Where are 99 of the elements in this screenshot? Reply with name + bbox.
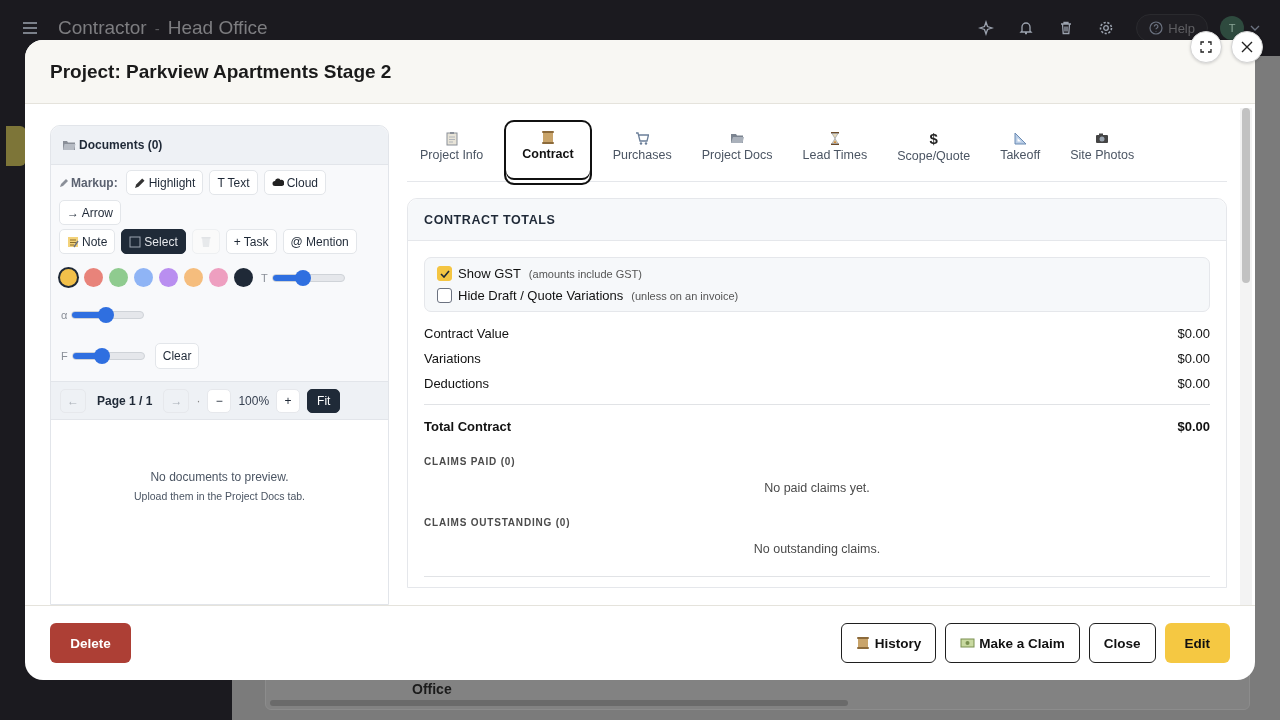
line-label: Contract Value xyxy=(424,326,510,341)
sidebar-item[interactable] xyxy=(6,126,26,166)
dollar-icon: $ xyxy=(929,131,938,147)
color-swatch[interactable] xyxy=(134,268,153,287)
total-label: Total Contract xyxy=(424,419,512,434)
page-indicator: Page 1 / 1 xyxy=(97,393,153,408)
tool-button[interactable]: + Task xyxy=(225,229,277,254)
line-label: Variations xyxy=(424,351,481,366)
scrollbar-thumb[interactable] xyxy=(1242,108,1250,283)
slider-label: F xyxy=(61,350,68,362)
color-swatch[interactable] xyxy=(159,268,178,287)
cart-icon xyxy=(635,131,650,146)
scroll-icon xyxy=(540,130,555,145)
footer-button[interactable]: Edit xyxy=(1164,623,1230,663)
tab[interactable]: Site Photos xyxy=(1061,125,1144,182)
check-icon xyxy=(439,269,450,278)
tool-button[interactable]: Highlight xyxy=(125,170,204,195)
markup-label: Markup: xyxy=(59,175,118,190)
zoom-in-button[interactable]: + xyxy=(276,388,301,413)
tool-button[interactable]: Note xyxy=(59,229,116,254)
pencil-icon xyxy=(59,177,69,188)
tool-button[interactable]: @ Mention xyxy=(282,229,357,254)
bell-icon[interactable] xyxy=(1018,20,1035,36)
banknote-icon xyxy=(960,636,976,650)
expand-icon xyxy=(1200,41,1212,53)
slider-thumb[interactable] xyxy=(98,307,115,323)
app-subtitle: Head Office xyxy=(167,17,268,39)
option-label: Show GST xyxy=(458,266,521,281)
slider-thumb[interactable] xyxy=(93,348,110,364)
separator-dot: · xyxy=(196,393,201,408)
empty-message: No outstanding claims. xyxy=(752,542,882,556)
app-title: Contractor xyxy=(58,17,147,39)
folder-icon xyxy=(730,131,745,146)
tab[interactable]: Contract xyxy=(504,120,592,185)
tab[interactable]: Takeoff xyxy=(991,125,1050,182)
square-icon xyxy=(129,235,142,248)
color-swatch[interactable] xyxy=(234,268,253,287)
line-value: $0.00 xyxy=(1177,351,1210,366)
clipboard-icon xyxy=(444,131,459,146)
empty-hint: Upload them in the Project Docs tab. xyxy=(133,490,306,502)
pencil-icon xyxy=(133,176,146,189)
fit-button[interactable]: Fit xyxy=(307,388,341,413)
sparkle-icon[interactable] xyxy=(978,20,995,36)
checkbox[interactable] xyxy=(437,266,452,281)
section-title: CONTRACT TOTALS xyxy=(424,212,556,227)
chevron-down-icon xyxy=(1250,25,1260,31)
line-value: $0.00 xyxy=(1177,376,1210,391)
tab[interactable]: $ Scope/Quote xyxy=(888,125,980,182)
footer-button[interactable]: Close xyxy=(1088,623,1156,663)
tab[interactable]: Project Info xyxy=(411,125,493,182)
slider-label: α xyxy=(61,309,68,321)
scrollbar[interactable] xyxy=(270,700,848,706)
line-label: Deductions xyxy=(424,376,490,391)
folder-icon xyxy=(62,139,76,151)
section-heading: CLAIMS PAID (0) xyxy=(424,456,517,467)
tab[interactable]: Lead Times xyxy=(793,125,877,182)
settings-icon[interactable] xyxy=(1098,20,1115,36)
delete-button[interactable]: Delete xyxy=(50,623,131,663)
section-heading: CLAIMS OUTSTANDING (0) xyxy=(424,517,572,528)
user-avatar[interactable]: T xyxy=(1220,16,1244,40)
tool-button[interactable]: T Text xyxy=(209,170,258,195)
color-swatch[interactable] xyxy=(109,268,128,287)
line-value: $0.00 xyxy=(1177,326,1210,341)
title-separator: - xyxy=(154,19,160,37)
color-swatch[interactable] xyxy=(184,268,203,287)
clear-button[interactable]: Clear xyxy=(154,343,200,369)
option-label: Hide Draft / Quote Variations xyxy=(458,288,624,303)
checkbox[interactable] xyxy=(437,288,452,303)
tab[interactable]: Project Docs xyxy=(692,125,782,182)
footer-button[interactable]: Make a Claim xyxy=(945,623,1080,663)
total-value: $0.00 xyxy=(1177,419,1210,434)
tool-button[interactable]: Select xyxy=(121,229,186,254)
modal-title: Project: Parkview Apartments Stage 2 xyxy=(50,60,392,83)
zoom-out-button[interactable]: − xyxy=(207,388,232,413)
slider-thumb[interactable] xyxy=(294,269,311,286)
option-note: (unless on an invoice) xyxy=(631,289,739,302)
close-icon xyxy=(1241,41,1253,53)
help-icon xyxy=(1149,21,1164,35)
empty-message: No paid claims yet. xyxy=(763,481,871,495)
color-swatch[interactable] xyxy=(60,269,77,286)
scroll-icon xyxy=(855,636,871,650)
cloud-icon xyxy=(271,176,284,189)
color-swatch[interactable] xyxy=(84,268,103,287)
triangle-ruler-icon xyxy=(1013,131,1028,146)
camera-icon xyxy=(1095,131,1110,146)
tool-button[interactable]: → Arrow xyxy=(59,200,121,225)
footer-button[interactable]: History xyxy=(840,623,937,663)
tab[interactable]: Purchases xyxy=(603,125,681,182)
menu-icon xyxy=(22,21,38,35)
note-icon xyxy=(67,235,79,248)
zoom-level: 100% xyxy=(238,393,270,408)
trash-icon xyxy=(199,235,212,248)
tool-button[interactable]: Cloud xyxy=(263,170,326,195)
color-swatch[interactable] xyxy=(209,268,228,287)
panel-title: Documents (0) xyxy=(79,138,163,152)
empty-message: No documents to preview. xyxy=(149,470,290,484)
slider-label: T xyxy=(261,271,268,284)
page-text: Office xyxy=(412,681,452,697)
option-note: (amounts include GST) xyxy=(528,267,642,280)
